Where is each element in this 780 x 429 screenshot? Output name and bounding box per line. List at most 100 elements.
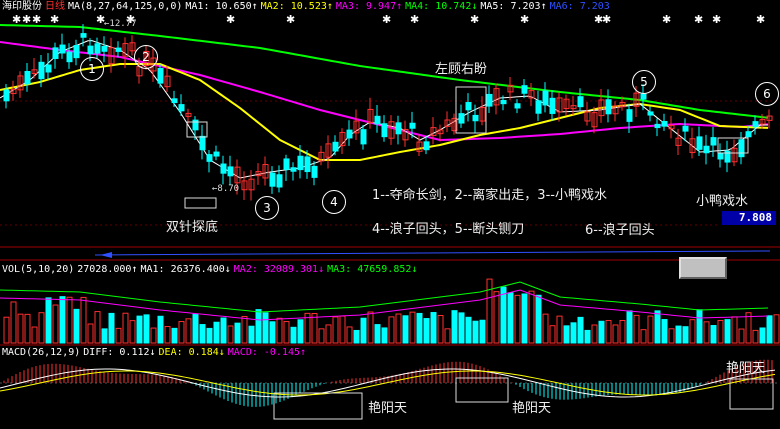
candle-body [290, 167, 297, 172]
volume-bar [59, 296, 66, 344]
volume-bar [38, 312, 45, 344]
volume-bar [577, 316, 584, 344]
volume-bar [213, 321, 220, 344]
candle-body [87, 45, 94, 55]
volume-bar [108, 312, 115, 344]
candle-body [360, 129, 367, 145]
volume-bar [10, 301, 17, 344]
volume-bar [374, 324, 381, 344]
volume-bar [647, 315, 654, 344]
volume-bar [605, 320, 612, 344]
candle-body [101, 45, 108, 52]
candle-body [3, 89, 10, 102]
signal-star-icon: ✱ [22, 13, 31, 26]
volume-bar [654, 310, 661, 344]
candle-body [500, 99, 507, 105]
volume-bar [521, 293, 528, 344]
volume-bar [430, 312, 437, 344]
volume-bar [248, 325, 255, 344]
volume-bar [570, 322, 577, 344]
signal-star-icon: ✱ [410, 13, 419, 26]
candle-body [45, 64, 52, 73]
candle-body [535, 100, 542, 114]
volume-bar [717, 320, 724, 344]
candle-body [465, 102, 472, 111]
ma4-line [0, 24, 769, 119]
candle-body [605, 99, 612, 115]
volume-bar [528, 290, 535, 344]
signal-star-icon: ✱ [382, 13, 391, 26]
candle-body [682, 125, 689, 132]
signal-star-icon: ✱ [712, 13, 721, 26]
candle-body [276, 174, 283, 188]
chart-canvas[interactable]: ✱ ✱ ✱ ✱ ✱ ✱ ✱ ✱ ✱ ✱ ✱ ✱ ✱✱ ✱ ✱ ✱ ✱ [0, 0, 780, 429]
volume-bar [584, 329, 591, 344]
volume-bar [388, 316, 395, 344]
candle-body [423, 141, 430, 151]
candle-body [472, 114, 479, 122]
signal-star-icon: ✱ [694, 13, 703, 26]
candle-body [521, 85, 528, 94]
signal-star-icon: ✱ [286, 13, 295, 26]
candle-body [227, 166, 234, 177]
candle-body [38, 61, 45, 80]
volume-bar [402, 315, 409, 344]
volume-bar [360, 317, 367, 344]
volume-bar [115, 327, 122, 344]
volume-bar [143, 314, 150, 344]
volume-bar [500, 286, 507, 344]
volume-bar [731, 316, 738, 344]
candle-body [381, 123, 388, 138]
volume-bar [262, 312, 269, 344]
volume-bar [24, 313, 31, 344]
scroll-button[interactable] [679, 257, 727, 279]
volume-bar [507, 292, 514, 344]
candle-body [94, 43, 101, 54]
volume-bar [710, 325, 717, 344]
candle-body [374, 115, 381, 125]
volume-bar [612, 324, 619, 344]
volume-bar [626, 310, 633, 344]
candle-body [213, 151, 220, 157]
candle-body [80, 33, 87, 38]
annotation-line1: 1--夺命长剑，2--离家出走，3--小鸭戏水 [372, 188, 607, 203]
volume-bar [276, 317, 283, 344]
candle-body [346, 129, 353, 139]
volume-bar [682, 326, 689, 344]
volume-bar [164, 326, 171, 344]
signal-star-icon: ✱ [602, 13, 611, 26]
volume-bar [220, 317, 227, 344]
volume-bar [465, 316, 472, 344]
volume-bar [598, 320, 605, 344]
volume-bar [122, 312, 129, 344]
volume-bar [773, 314, 780, 344]
candle-body [549, 97, 556, 114]
volume-bar [178, 321, 185, 344]
circle-marker-1: 1 [80, 57, 104, 81]
volume-bar [269, 321, 276, 344]
volume-bar [353, 329, 360, 344]
volume-bar [199, 324, 206, 344]
signal-star-icon: ✱ [32, 13, 41, 26]
candle-body [710, 137, 717, 146]
candle-body [752, 121, 759, 128]
annotation-xiaoya: 小鸭戏水 [696, 194, 749, 209]
volume-bar [332, 316, 339, 344]
volume-bar [668, 328, 675, 344]
volume-bar [395, 313, 402, 344]
circle-marker-4: 4 [322, 190, 346, 214]
volume-bar [31, 326, 38, 344]
volume-bar [766, 315, 773, 344]
volume-bar [283, 321, 290, 344]
candle-body [52, 47, 59, 60]
annotation-line3: 6--浪子回头 [585, 223, 655, 238]
candle-body [542, 90, 549, 106]
volume-bar [318, 328, 325, 344]
annotation-zuogu: 左顾右盼 [435, 62, 488, 77]
volume-bar [458, 312, 465, 344]
signal-star-icon: ✱ [662, 13, 671, 26]
signal-star-icon: ✱ [470, 13, 479, 26]
volume-bar [87, 323, 94, 344]
circle-marker-6: 6 [755, 82, 779, 106]
annotation-line2: 4--浪子回头，5--断头铡刀 [372, 222, 525, 237]
